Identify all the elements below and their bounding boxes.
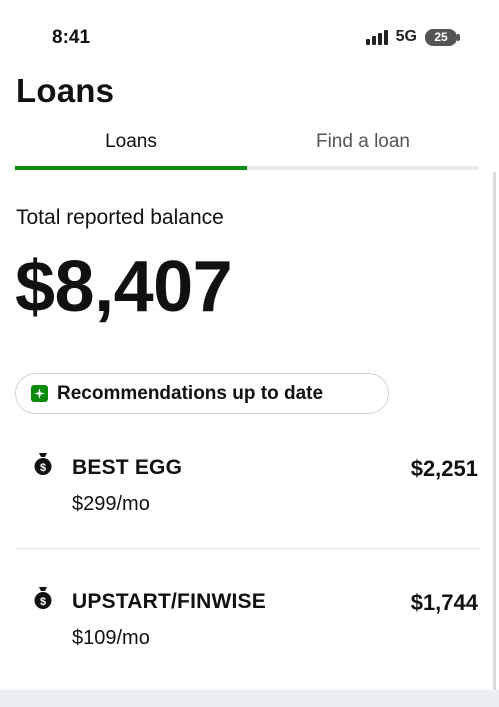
tab-find-a-loan-label: Find a loan (315, 131, 410, 152)
loan-name: UPSTART/FINWISE (72, 590, 266, 613)
battery-level: 25 (434, 30, 448, 44)
status-indicators: 5G 25 (365, 28, 460, 46)
svg-text:$: $ (40, 596, 46, 608)
loan-row-upstart-finwise[interactable]: $ UPSTART/FINWISE $109/mo $1,744 (17, 582, 480, 672)
money-bag-icon: $ (33, 452, 53, 476)
svg-text:$: $ (40, 462, 46, 474)
recommendations-label: Recommendations up to date (57, 382, 324, 404)
recommendations-status-pill[interactable]: Recommendations up to date (15, 373, 389, 414)
loan-monthly-payment: $109/mo (72, 627, 150, 649)
tab-active-indicator (15, 166, 247, 170)
page-title: Loans (16, 72, 115, 109)
loan-name: BEST EGG (72, 456, 183, 479)
battery-icon: 25 (425, 28, 460, 46)
tab-loans[interactable]: Loans (15, 124, 247, 170)
tab-bar: Loans Find a loan (15, 124, 479, 170)
network-type: 5G (395, 28, 417, 45)
balance-label: Total reported balance (16, 206, 224, 229)
divider (17, 548, 480, 549)
signal-icon (365, 29, 388, 45)
loan-balance: $1,744 (410, 590, 478, 615)
status-bar: 8:41 5G 25 (0, 0, 499, 74)
loan-balance: $2,251 (410, 456, 478, 481)
loan-monthly-payment: $299/mo (72, 493, 150, 515)
balance-amount: $8,407 (15, 247, 233, 327)
tab-loans-label: Loans (105, 131, 157, 152)
bottom-band (0, 690, 499, 707)
scrollbar[interactable] (493, 172, 496, 692)
money-bag-icon: $ (33, 586, 53, 610)
tab-find-a-loan[interactable]: Find a loan (247, 124, 479, 170)
sparkle-icon (31, 385, 48, 402)
status-time: 8:41 (52, 27, 91, 48)
loan-row-best-egg[interactable]: $ BEST EGG $299/mo $2,251 (17, 448, 480, 548)
